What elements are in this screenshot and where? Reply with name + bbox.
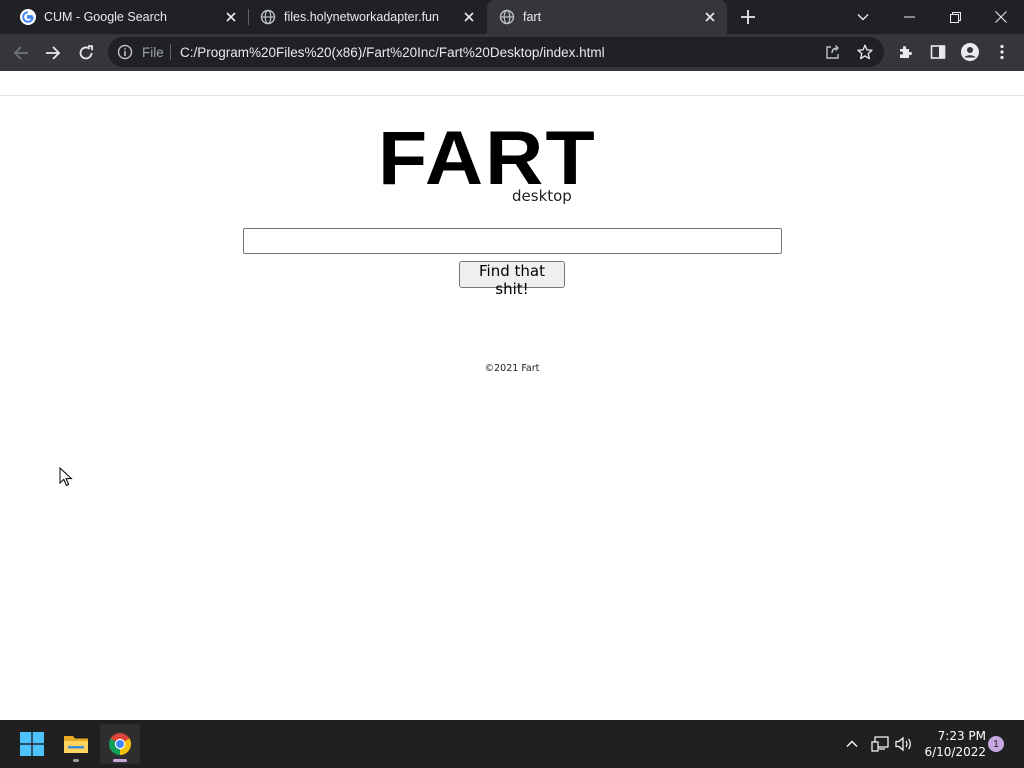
tab-title: files.holynetworkadapter.fun: [284, 10, 439, 24]
tab-title: fart: [523, 10, 542, 24]
chevron-up-icon: [846, 740, 858, 747]
logo-main-text: FART: [378, 116, 597, 201]
system-clock[interactable]: 7:23 PM 6/10/2022: [920, 728, 986, 760]
globe-icon: [499, 9, 515, 25]
chrome-icon: [109, 733, 131, 755]
side-panel-icon: [930, 45, 946, 59]
tab-google-search[interactable]: CUM - Google Search: [8, 0, 248, 34]
profile-icon: [961, 43, 979, 61]
logo-sub-text: desktop: [512, 187, 572, 205]
page-viewport: FART desktop Find that shit! ©2021 Fart: [0, 71, 1024, 720]
mouse-cursor-icon: [59, 467, 73, 487]
top-divider: [0, 95, 1024, 96]
windows-taskbar: 7:23 PM 6/10/2022 1: [0, 720, 1024, 768]
clock-time: 7:23 PM: [937, 729, 986, 743]
plus-icon: [741, 10, 755, 24]
running-indicator: [73, 759, 79, 762]
network-button[interactable]: [870, 734, 890, 754]
address-url[interactable]: C:/Program%20Files%20(x86)/Fart%20Inc/Fa…: [180, 45, 605, 60]
folder-icon: [64, 736, 88, 753]
minimize-button[interactable]: [886, 0, 932, 34]
fart-logo: FART desktop: [378, 121, 640, 211]
profile-button[interactable]: [960, 42, 980, 62]
minimize-icon: [903, 16, 915, 18]
bookmark-star-icon[interactable]: [856, 43, 874, 61]
close-icon[interactable]: [222, 8, 240, 26]
address-bar[interactable]: File C:/Program%20Files%20(x86)/Fart%20I…: [108, 37, 884, 67]
volume-button[interactable]: [894, 734, 914, 754]
reload-button[interactable]: [73, 40, 99, 66]
address-scheme-label: File: [142, 45, 164, 60]
tab-fart[interactable]: fart: [487, 0, 727, 34]
globe-icon: [260, 9, 276, 25]
browser-menu-button[interactable]: [992, 42, 1012, 62]
puzzle-icon: [900, 46, 912, 58]
back-button[interactable]: [8, 40, 34, 66]
show-hidden-icons-button[interactable]: [842, 734, 862, 754]
file-explorer-button[interactable]: [56, 724, 96, 764]
tab-search-button[interactable]: [840, 0, 886, 34]
browser-toolbar: File C:/Program%20Files%20(x86)/Fart%20I…: [0, 34, 1024, 71]
notification-badge[interactable]: 1: [988, 736, 1004, 752]
side-panel-button[interactable]: [928, 42, 948, 62]
google-icon: [20, 9, 36, 25]
kebab-menu-icon: [1000, 44, 1004, 60]
clock-date: 6/10/2022: [924, 745, 986, 759]
restore-button[interactable]: [932, 0, 978, 34]
browser-tab-strip: CUM - Google Search files.holynetworkada…: [0, 0, 1024, 34]
close-icon: [995, 11, 1007, 23]
share-icon[interactable]: [824, 43, 842, 61]
close-window-button[interactable]: [978, 0, 1024, 34]
windows-logo-icon: [20, 732, 44, 756]
extensions-button[interactable]: [896, 42, 916, 62]
search-input[interactable]: [243, 228, 782, 254]
active-indicator: [113, 759, 127, 762]
arrow-left-icon: [13, 46, 28, 60]
start-button[interactable]: [12, 724, 52, 764]
speaker-icon: [895, 736, 911, 752]
network-icon: [871, 736, 889, 752]
address-separator: [170, 44, 171, 60]
tab-files-holynetworkadapter[interactable]: files.holynetworkadapter.fun: [248, 0, 486, 34]
find-button[interactable]: Find that shit!: [459, 261, 565, 298]
new-tab-button[interactable]: [738, 7, 758, 27]
reload-icon: [79, 45, 93, 60]
copyright-footer: ©2021 Fart: [484, 363, 540, 374]
close-icon[interactable]: [460, 8, 478, 26]
arrow-right-icon: [46, 46, 61, 60]
chrome-taskbar-button[interactable]: [100, 724, 140, 764]
close-icon[interactable]: [701, 8, 719, 26]
restore-icon: [949, 11, 961, 23]
info-icon[interactable]: [117, 44, 133, 60]
forward-button[interactable]: [40, 40, 66, 66]
chevron-down-icon: [857, 14, 869, 21]
tab-title: CUM - Google Search: [44, 10, 167, 24]
